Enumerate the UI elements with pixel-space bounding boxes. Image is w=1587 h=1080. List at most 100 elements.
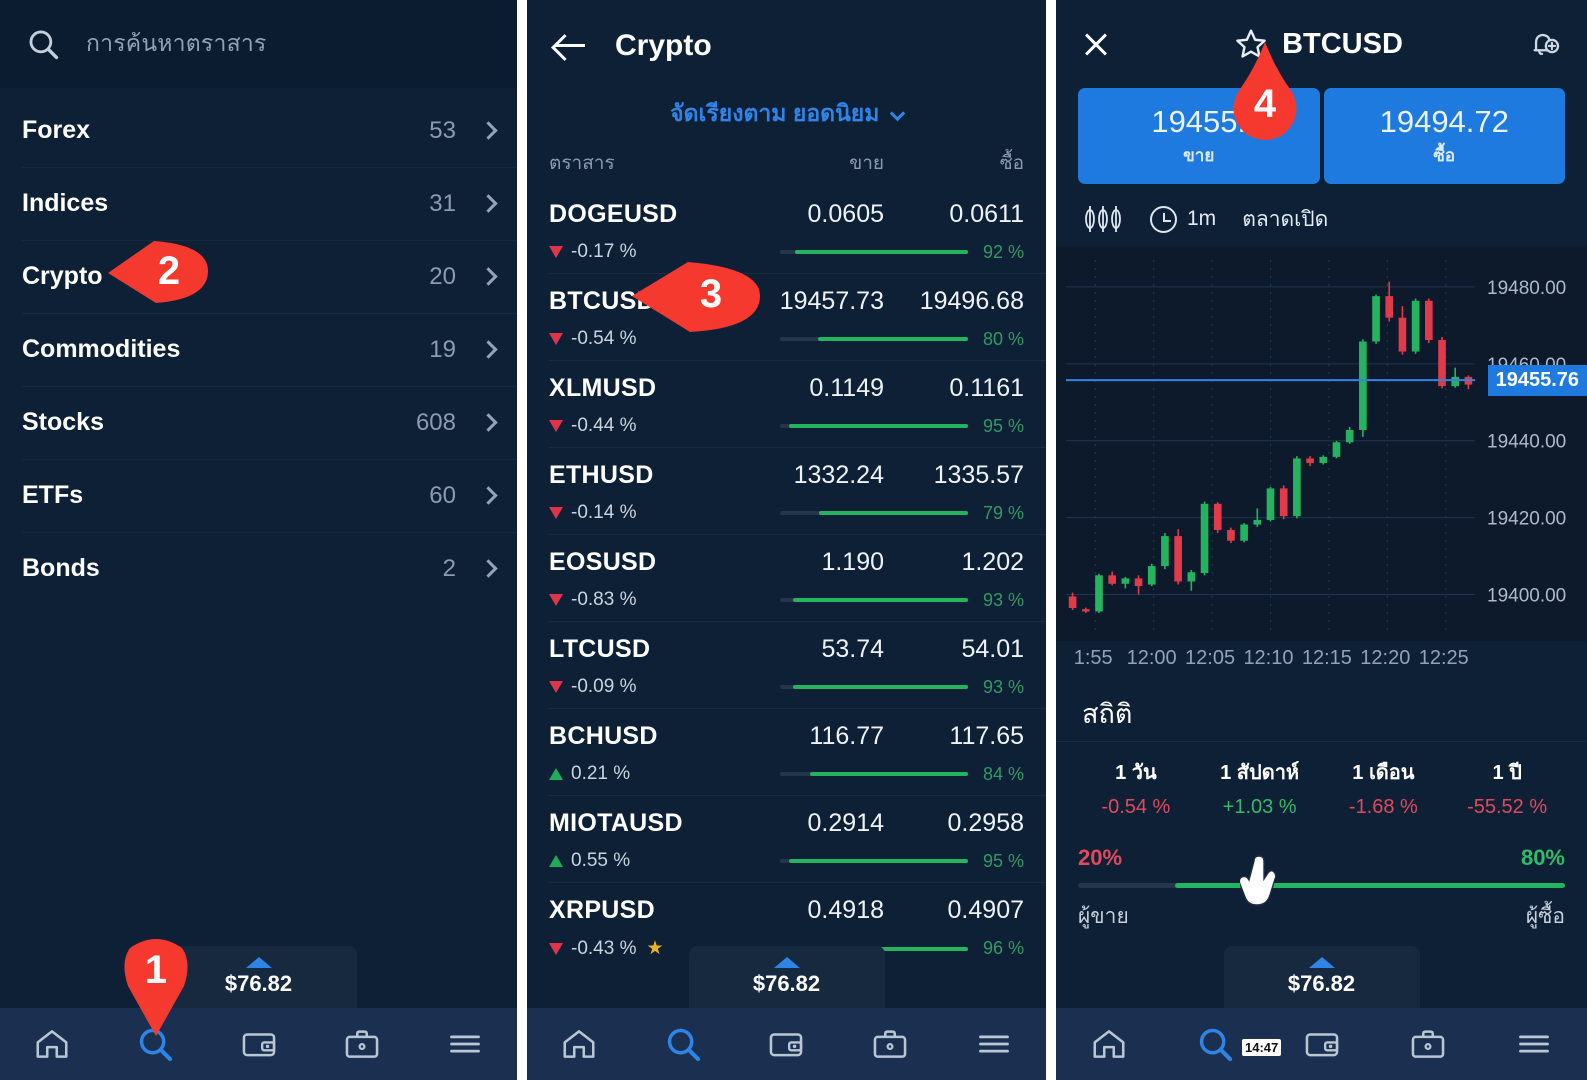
category-row-forex[interactable]: Forex 53 <box>0 94 517 167</box>
nav-item-portfolio[interactable] <box>310 1025 413 1063</box>
chevron-right-icon <box>479 340 498 359</box>
trade-buttons: 19455. ขาย 19494.72 ซื้อ <box>1056 88 1587 184</box>
category-count: 31 <box>429 189 456 217</box>
category-row-bonds[interactable]: Bonds 2 <box>0 532 517 605</box>
nav-item-portfolio[interactable] <box>838 1025 942 1063</box>
menu-icon <box>979 1035 1009 1053</box>
instrument-row[interactable]: EOSUSD 1.190 1.202 -0.83 % 93 % <box>527 534 1046 621</box>
x-axis-tick: 12:15 <box>1301 647 1352 669</box>
instrument-row[interactable]: LTCUSD 53.74 54.01 -0.09 % 93 % <box>527 621 1046 708</box>
nav-item-search[interactable] <box>631 1025 735 1063</box>
category-list: Forex 53 Indices 31 Crypto 20 Commoditie… <box>0 88 517 605</box>
stat-1-year[interactable]: 1 ปี -55.52 % <box>1445 756 1569 819</box>
sentiment-value: 93 % <box>982 676 1024 697</box>
bell-add-icon[interactable] <box>1527 27 1561 61</box>
instrument-sell-price: 0.2914 <box>807 809 884 837</box>
instrument-change: -0.09 % <box>549 676 636 698</box>
change-value: 0.55 % <box>571 850 631 871</box>
sentiment-value: 96 % <box>982 938 1024 958</box>
instrument-sentiment: 93 % <box>654 677 1024 698</box>
sentiment-fill <box>819 511 968 515</box>
instrument-row[interactable]: DOGEUSD 0.0605 0.0611 -0.17 % 92 % <box>527 186 1046 273</box>
instrument-change: -0.83 % <box>549 589 636 611</box>
nav-item-home[interactable] <box>527 1025 631 1063</box>
stat-label: 1 เดือน <box>1352 762 1415 784</box>
chevron-down-icon <box>889 105 906 122</box>
instrument-row[interactable]: BTCUSD 19457.73 19496.68 -0.54 % 80 % <box>527 273 1046 360</box>
instrument-change: -0.17 % <box>549 241 636 263</box>
instrument-sell-price: 53.74 <box>821 635 884 663</box>
nav-item-wallet[interactable] <box>735 1025 839 1063</box>
instrument-change: 0.21 % <box>549 763 630 785</box>
nav-item-home[interactable] <box>1056 1025 1162 1063</box>
column-header-buy: ซื้อ <box>999 153 1024 174</box>
home-icon <box>563 1030 595 1058</box>
price-chart[interactable]: 19480.0019460.0019440.0019420.0019400.00… <box>1056 246 1587 641</box>
clock-icon <box>1150 205 1177 233</box>
category-label: Stocks <box>22 408 104 436</box>
favorite-star-icon[interactable]: ★ <box>646 937 663 960</box>
category-count: 19 <box>429 335 456 363</box>
instrument-symbol: XLMUSD <box>549 374 657 402</box>
buy-price: 19494.72 <box>1379 103 1509 139</box>
change-value: -0.09 % <box>571 676 637 697</box>
column-header-sell: ขาย <box>849 153 884 174</box>
candlestick-icon[interactable] <box>1082 202 1124 236</box>
nav-item-wallet[interactable] <box>207 1025 310 1063</box>
back-arrow-icon[interactable] <box>555 31 585 61</box>
sentiment-fill <box>793 685 968 689</box>
instrument-symbol: XRPUSD <box>549 896 655 924</box>
category-count: 608 <box>415 408 456 436</box>
chevron-right-icon <box>479 121 498 140</box>
sentiment-track <box>780 250 968 254</box>
category-row-indices[interactable]: Indices 31 <box>0 167 517 240</box>
sentiment-track <box>1078 883 1565 888</box>
category-row-crypto[interactable]: Crypto 20 <box>0 240 517 313</box>
instrument-buy-price: 19496.68 <box>919 287 1024 315</box>
instrument-row[interactable]: XLMUSD 0.1149 0.1161 -0.44 % 95 % <box>527 360 1046 447</box>
balance-amount: $76.82 <box>224 971 293 996</box>
nav-item-menu[interactable] <box>1481 1025 1587 1063</box>
stat-1-day[interactable]: 1 วัน -0.54 % <box>1074 756 1198 819</box>
category-row-etfs[interactable]: ETFs 60 <box>0 459 517 532</box>
instrument-change: -0.54 % <box>549 328 636 350</box>
instrument-header: BTCUSD <box>1056 0 1587 88</box>
category-row-commodities[interactable]: Commodities 19 <box>0 313 517 386</box>
instrument-row[interactable]: ETHUSD 1332.24 1335.57 -0.14 % 79 % <box>527 447 1046 534</box>
search-bar[interactable]: การค้นหาตราสาร <box>0 0 517 88</box>
instrument-buy-price: 1.202 <box>961 548 1024 576</box>
instrument-symbol: BCHUSD <box>549 722 658 750</box>
sentiment-fill <box>789 424 968 428</box>
sentiment-fill <box>1175 883 1565 888</box>
close-icon[interactable] <box>1082 30 1110 58</box>
nav-item-wallet[interactable] <box>1268 1025 1374 1063</box>
category-count: 60 <box>429 481 456 509</box>
nav-item-home[interactable] <box>0 1025 103 1063</box>
sentiment-value: 95 % <box>982 850 1024 871</box>
current-price-tag: 19455.76 <box>1487 365 1587 397</box>
callout-number: 2 <box>157 249 181 293</box>
instrument-row[interactable]: BCHUSD 116.77 117.65 0.21 % 84 % <box>527 708 1046 795</box>
stat-1-week[interactable]: 1 สัปดาห์ +1.03 % <box>1198 756 1322 819</box>
nav-item-menu[interactable] <box>942 1025 1046 1063</box>
search-icon <box>667 1028 700 1062</box>
balance-indicator[interactable]: $76.82 <box>1223 946 1420 1008</box>
timeframe-selector[interactable]: 1m <box>1150 205 1216 233</box>
stat-1-month[interactable]: 1 เดือน -1.68 % <box>1322 756 1446 819</box>
category-count: 53 <box>429 116 456 144</box>
chevron-right-icon <box>479 194 498 213</box>
buy-button[interactable]: 19494.72 ซื้อ <box>1323 88 1565 184</box>
instrument-sell-price: 0.1149 <box>809 374 884 402</box>
nav-item-portfolio[interactable] <box>1375 1025 1481 1063</box>
sort-control[interactable]: จัดเรียงตาม ยอดนิยม <box>527 92 1046 148</box>
search-input[interactable]: การค้นหาตราสาร <box>86 26 267 62</box>
arrow-up-icon <box>549 768 563 780</box>
category-label: Bonds <box>22 554 100 582</box>
instrument-buy-price: 54.01 <box>961 635 1024 663</box>
sell-label: ขาย <box>1183 145 1215 165</box>
instrument-row[interactable]: MIOTAUSD 0.2914 0.2958 0.55 % 95 % <box>527 795 1046 882</box>
category-label: Crypto <box>22 262 103 290</box>
nav-item-menu[interactable] <box>414 1025 517 1063</box>
category-row-stocks[interactable]: Stocks 608 <box>0 386 517 459</box>
balance-indicator[interactable]: $76.82 <box>688 946 885 1008</box>
